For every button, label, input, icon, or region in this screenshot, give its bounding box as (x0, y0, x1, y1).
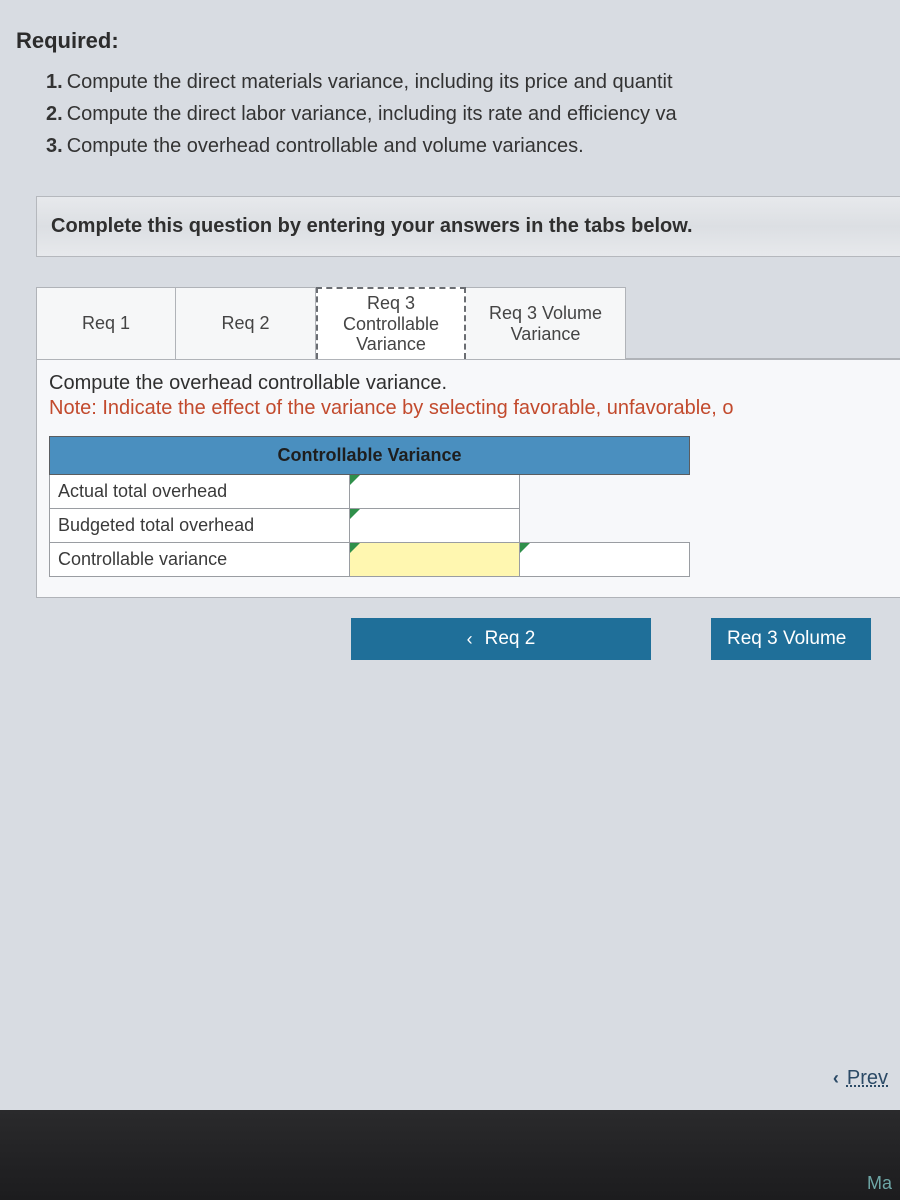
panel-instruction: Compute the overhead controllable varian… (37, 372, 900, 397)
row-label: Actual total overhead (50, 475, 350, 509)
next-tab-button[interactable]: Req 3 Volume (711, 618, 871, 660)
editable-marker-icon (350, 543, 360, 553)
requirement-item: 1.Compute the direct materials variance,… (46, 68, 900, 96)
instruction-banner: Complete this question by entering your … (36, 196, 900, 257)
budgeted-overhead-input-cell[interactable] (350, 509, 520, 543)
tab-panel: Compute the overhead controllable varian… (36, 359, 900, 598)
requirement-text: Compute the direct labor variance, inclu… (67, 103, 677, 125)
list-number: 2. (46, 103, 63, 125)
table-row: Budgeted total overhead (50, 509, 690, 543)
bottom-bar-text: Ma (867, 1173, 892, 1194)
editable-marker-icon (350, 509, 360, 519)
tab-bar: Req 1 Req 2 Req 3 Controllable Variance … (36, 287, 900, 359)
pager-prev[interactable]: ‹ Prev (833, 1067, 888, 1090)
requirement-text: Compute the overhead controllable and vo… (67, 135, 584, 157)
editable-marker-icon (520, 543, 530, 553)
variance-effect-select-cell[interactable] (520, 543, 690, 577)
table-row: Actual total overhead (50, 475, 690, 509)
requirement-item: 2.Compute the direct labor variance, inc… (46, 100, 900, 128)
requirements-list: 1.Compute the direct materials variance,… (46, 68, 900, 160)
controllable-variance-input[interactable] (358, 549, 511, 570)
tab-req3-volume[interactable]: Req 3 Volume Variance (466, 287, 626, 359)
controllable-variance-input-cell[interactable] (350, 543, 520, 577)
requirement-text: Compute the direct materials variance, i… (67, 71, 673, 93)
bottom-bar: Ma (0, 1110, 900, 1200)
table-header-controllable: Controllable Variance (50, 437, 690, 475)
chevron-left-icon: ‹ (467, 629, 473, 650)
required-heading: Required: (16, 28, 900, 54)
variance-effect-select[interactable] (528, 549, 681, 570)
tab-req1[interactable]: Req 1 (36, 287, 176, 359)
prev-tab-label: Req 2 (485, 628, 536, 650)
chevron-left-icon: ‹ (833, 1068, 839, 1089)
variance-table: Controllable Variance Actual total overh… (49, 436, 690, 577)
next-tab-label: Req 3 Volume (727, 628, 846, 650)
list-number: 1. (46, 71, 63, 93)
requirement-item: 3.Compute the overhead controllable and … (46, 132, 900, 160)
row-label: Controllable variance (50, 543, 350, 577)
tab-req3-controllable[interactable]: Req 3 Controllable Variance (316, 287, 466, 359)
actual-overhead-input-cell[interactable] (350, 475, 520, 509)
actual-overhead-input[interactable] (358, 481, 511, 502)
pager-prev-label: Prev (847, 1067, 888, 1090)
row-label: Budgeted total overhead (50, 509, 350, 543)
empty-cell (520, 475, 690, 509)
table-row: Controllable variance (50, 543, 690, 577)
editable-marker-icon (350, 475, 360, 485)
panel-note: Note: Indicate the effect of the varianc… (37, 397, 900, 436)
empty-cell (520, 509, 690, 543)
tab-req2[interactable]: Req 2 (176, 287, 316, 359)
budgeted-overhead-input[interactable] (358, 515, 511, 536)
prev-tab-button[interactable]: ‹ Req 2 (351, 618, 651, 660)
list-number: 3. (46, 135, 63, 157)
